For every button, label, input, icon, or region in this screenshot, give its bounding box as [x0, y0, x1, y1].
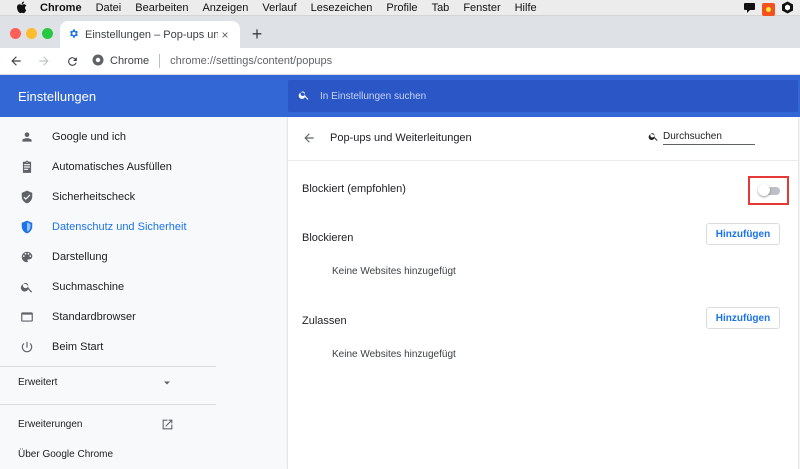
gear-icon: [68, 28, 79, 42]
close-window-button[interactable]: [10, 28, 21, 39]
search-icon: [19, 279, 35, 295]
toggle-knob: [758, 184, 770, 196]
sidebar-item-google-und-ich[interactable]: Google und ich: [0, 123, 216, 151]
subpage-search-input[interactable]: [663, 131, 755, 145]
app-icon-orange[interactable]: [762, 2, 775, 16]
allow-section-label: Zulassen: [302, 315, 347, 327]
sidebar-item-label: Datenschutz und Sicherheit: [52, 221, 187, 233]
sidebar-divider: [0, 404, 216, 405]
menu-bar-tray: [743, 1, 794, 17]
settings-search-input[interactable]: [320, 90, 620, 102]
menu-hilfe[interactable]: Hilfe: [515, 2, 537, 14]
zoom-window-button[interactable]: [42, 28, 53, 39]
tab-strip: Einstellungen – Pop-ups und W × +: [0, 16, 800, 48]
chevron-down-icon[interactable]: [162, 378, 172, 391]
page-title: Pop-ups und Weiterleitungen: [330, 132, 472, 144]
settings-title: Einstellungen: [18, 89, 97, 104]
omnibox-separator: [159, 54, 161, 68]
menu-anzeigen[interactable]: Anzeigen: [202, 2, 248, 14]
hexagon-icon[interactable]: [781, 1, 794, 17]
add-block-site-button[interactable]: Hinzufügen: [706, 223, 780, 245]
sidebar-item-label: Sicherheitscheck: [52, 191, 136, 203]
sidebar-item-beim-start[interactable]: Beim Start: [0, 333, 216, 361]
sidebar-item-label: Beim Start: [52, 341, 104, 353]
subpage-search[interactable]: [648, 131, 755, 145]
apple-icon[interactable]: [16, 1, 30, 14]
allow-empty-text: Keine Websites hinzugefügt: [332, 349, 456, 360]
chrome-site-icon: [92, 54, 104, 69]
url-text[interactable]: chrome://settings/content/popups: [170, 55, 332, 67]
new-tab-button[interactable]: +: [248, 25, 266, 44]
add-allow-site-button[interactable]: Hinzufügen: [706, 307, 780, 329]
sidebar-item-datenschutz-und-sicherheit[interactable]: Datenschutz und Sicherheit: [0, 213, 216, 241]
menu-profile[interactable]: Profile: [386, 2, 417, 14]
menu-fenster[interactable]: Fenster: [463, 2, 500, 14]
sidebar-item-label: Google und ich: [52, 131, 126, 143]
card-header: Pop-ups und Weiterleitungen: [288, 117, 798, 161]
clipboard-icon: [19, 159, 35, 175]
sidebar-item-label: Suchmaschine: [52, 281, 125, 293]
reload-button[interactable]: [60, 49, 84, 73]
search-icon: [648, 131, 659, 145]
browser-toolbar: Chrome chrome://settings/content/popups: [0, 48, 800, 75]
blocked-recommended-label: Blockiert (empfohlen): [302, 183, 406, 195]
menu-verlauf[interactable]: Verlauf: [262, 2, 296, 14]
macos-menu-bar: Chrome Datei Bearbeiten Anzeigen Verlauf…: [0, 0, 800, 16]
sidebar-advanced-label[interactable]: Erweitert: [18, 377, 57, 388]
tab-close-button[interactable]: ×: [218, 28, 232, 42]
sidebar-item-label: Standardbrowser: [52, 311, 136, 323]
minimize-window-button[interactable]: [26, 28, 37, 39]
person-icon: [19, 129, 35, 145]
sidebar-item-sicherheitscheck[interactable]: Sicherheitscheck: [0, 183, 216, 211]
power-icon: [19, 339, 35, 355]
toggle-highlight-box: [748, 176, 789, 205]
menu-chrome[interactable]: Chrome: [40, 2, 82, 14]
sidebar-item-label: Darstellung: [52, 251, 108, 263]
popups-blocked-toggle[interactable]: [758, 184, 780, 196]
search-icon: [298, 89, 310, 104]
sidebar-item-suchmaschine[interactable]: Suchmaschine: [0, 273, 216, 301]
block-empty-text: Keine Websites hinzugefügt: [332, 266, 456, 277]
menu-lesezeichen[interactable]: Lesezeichen: [311, 2, 373, 14]
block-section-label: Blockieren: [302, 232, 354, 244]
notification-icon[interactable]: [743, 1, 756, 17]
omnibox[interactable]: Chrome chrome://settings/content/popups: [92, 50, 800, 72]
forward-button[interactable]: [32, 49, 56, 73]
menu-tab[interactable]: Tab: [432, 2, 450, 14]
sidebar-item-label: Automatisches Ausfüllen: [52, 161, 172, 173]
open-in-new-icon[interactable]: [161, 418, 174, 434]
shield-icon: [19, 219, 35, 235]
sidebar-extensions-link[interactable]: Erweiterungen: [18, 419, 82, 430]
back-arrow-icon[interactable]: [302, 131, 318, 147]
palette-icon: [19, 249, 35, 265]
sidebar-about-chrome[interactable]: Über Google Chrome: [18, 449, 113, 460]
site-chip-label: Chrome: [110, 55, 150, 67]
sidebar-item-darstellung[interactable]: Darstellung: [0, 243, 216, 271]
settings-search-box[interactable]: [288, 80, 798, 112]
menu-datei[interactable]: Datei: [96, 2, 122, 14]
tab-title: Einstellungen – Pop-ups und W: [85, 28, 218, 41]
settings-header: Einstellungen: [0, 75, 800, 117]
shield-check-icon: [19, 189, 35, 205]
sidebar-item-standardbrowser[interactable]: Standardbrowser: [0, 303, 216, 331]
sidebar-divider: [0, 366, 216, 367]
menu-bearbeiten[interactable]: Bearbeiten: [135, 2, 188, 14]
back-button[interactable]: [4, 49, 28, 73]
popups-settings-card: Pop-ups und Weiterleitungen Blockiert (e…: [288, 117, 798, 469]
settings-sidebar: Google und ich Automatisches Ausfüllen S…: [0, 117, 216, 469]
tab-settings-popups[interactable]: Einstellungen – Pop-ups und W ×: [60, 21, 240, 48]
browser-icon: [19, 309, 35, 325]
sidebar-item-automatisches-ausfuellen[interactable]: Automatisches Ausfüllen: [0, 153, 216, 181]
